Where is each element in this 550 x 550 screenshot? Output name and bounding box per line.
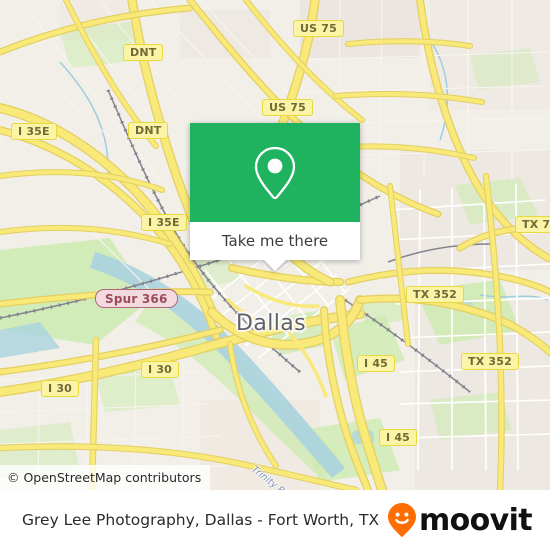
location-popup[interactable]: Take me there: [190, 123, 360, 271]
highway-shield-i30-mid[interactable]: I 30: [141, 361, 180, 378]
moovit-brand[interactable]: moovit: [387, 502, 533, 538]
map-pin-icon: [254, 146, 296, 199]
highway-shield-us75-north[interactable]: US 75: [293, 20, 344, 37]
highway-shield-i45-north[interactable]: I 45: [357, 355, 396, 372]
highway-shield-tx352-north[interactable]: TX 352: [406, 286, 464, 303]
moovit-wordmark: moovit: [418, 502, 533, 538]
footer-bar: Grey Lee Photography, Dallas - Fort Wort…: [0, 490, 550, 550]
highway-shield-i35e-south[interactable]: I 35E: [141, 214, 187, 231]
place-title: Grey Lee Photography, Dallas - Fort Wort…: [22, 511, 380, 529]
highway-shield-spur366[interactable]: Spur 366: [95, 289, 178, 308]
highway-shield-us75-mid[interactable]: US 75: [262, 99, 313, 116]
highway-shield-dnt-mid[interactable]: DNT: [128, 122, 169, 139]
popup-tail: [264, 260, 286, 271]
moovit-smiley-pin-icon: [387, 503, 416, 537]
take-me-there-button[interactable]: Take me there: [190, 222, 360, 260]
highway-shield-tx78[interactable]: TX 78: [515, 216, 550, 233]
map-attribution[interactable]: © OpenStreetMap contributors: [0, 465, 211, 490]
highway-shield-i45-south[interactable]: I 45: [379, 429, 418, 446]
highway-shield-i35e-west[interactable]: I 35E: [11, 123, 57, 140]
highway-shield-tx352-east[interactable]: TX 352: [461, 353, 519, 370]
map-screenshot: .park{fill:#cdebb0;} .water{fill:#aad3df…: [0, 0, 550, 550]
highway-shield-dnt-north[interactable]: DNT: [123, 44, 164, 61]
popup-icon-area: [190, 123, 360, 222]
map-canvas[interactable]: .park{fill:#cdebb0;} .water{fill:#aad3df…: [0, 0, 550, 490]
highway-shield-i30-west[interactable]: I 30: [41, 380, 80, 397]
